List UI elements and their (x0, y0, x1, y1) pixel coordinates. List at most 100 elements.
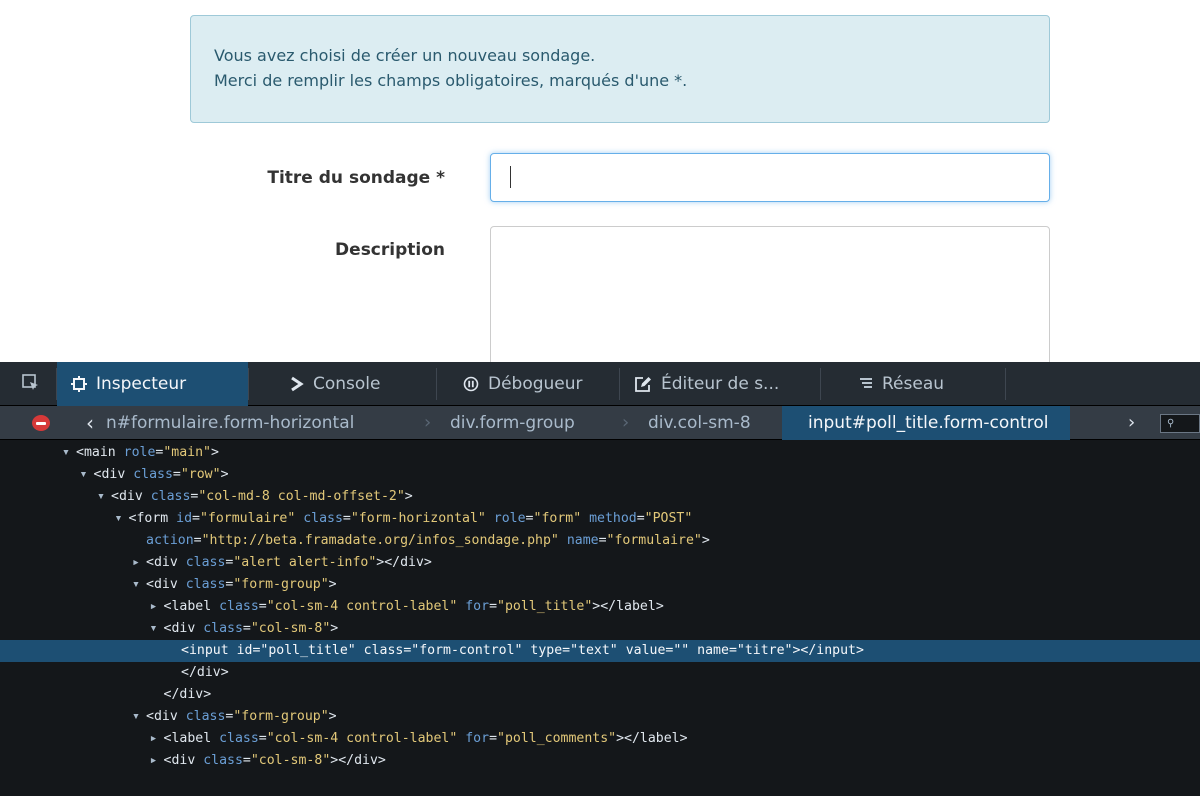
tag-text: <input (181, 643, 237, 658)
tab-style-editor[interactable]: Éditeur de s... (620, 362, 820, 406)
attribute-value: "form-group" (233, 577, 329, 592)
markup-line[interactable]: ▸ <div class="alert alert-info"></div> (0, 552, 1200, 574)
markup-line[interactable]: ▾ <form id="formulaire" class="form-horiz… (0, 508, 1200, 530)
markup-line[interactable]: ▾ <div class="col-md-8 col-md-offset-2"> (0, 486, 1200, 508)
attribute-name: class (185, 555, 226, 570)
tab-inspector[interactable]: Inspecteur (57, 362, 248, 406)
markup-line[interactable]: </div> (0, 662, 1200, 684)
markup-line[interactable]: ▸ <div class="col-sm-8"></div> (0, 750, 1200, 772)
description-textarea[interactable] (490, 226, 1050, 362)
markup-line[interactable]: ▾ <div class="col-sm-8"> (0, 618, 1200, 640)
devtools-panel: Inspecteur Console Débogueur Éditeur de … (0, 362, 1200, 796)
tag-text: > (211, 445, 219, 460)
tag-text: = (598, 533, 607, 548)
console-icon (291, 376, 304, 392)
tab-network[interactable]: Réseau (845, 362, 1005, 406)
markup-line[interactable]: ▾ <div class="form-group"> (0, 706, 1200, 728)
chevron-left-icon[interactable]: ‹ (86, 406, 94, 440)
markup-line[interactable]: ▾ <div class="row"> (0, 464, 1200, 486)
tag-text: = (342, 511, 351, 526)
twisty-expanded-icon[interactable]: ▾ (132, 706, 146, 728)
twisty-expanded-icon[interactable]: ▾ (132, 574, 146, 596)
tag-text: ></div> (330, 753, 386, 768)
twisty-collapsed-icon[interactable]: ▸ (150, 596, 164, 618)
debugger-icon (463, 376, 479, 392)
markup-line[interactable]: action="http://beta.framadate.org/infos_… (0, 530, 1200, 552)
tag-text: > (701, 533, 710, 548)
tag-text: <div (146, 577, 186, 592)
twisty-expanded-icon[interactable]: ▾ (97, 486, 111, 508)
tag-text: ></input> (792, 643, 864, 658)
network-icon (860, 378, 872, 388)
breadcrumb-item-col[interactable]: div.col-sm-8 (648, 406, 751, 440)
attribute-name: class (150, 489, 191, 504)
tag-text: ></label> (592, 599, 664, 614)
twisty-expanded-icon[interactable]: ▾ (150, 618, 164, 640)
attribute-value: "formulaire" (199, 511, 304, 526)
attribute-name: role (493, 511, 526, 526)
attribute-value: "POST" (644, 511, 693, 526)
markup-line[interactable]: ▾ <div class="form-group"> (0, 574, 1200, 596)
attribute-name: class (363, 643, 404, 658)
attribute-value: "formulaire" (606, 533, 702, 548)
twisty-collapsed-icon[interactable]: ▸ (150, 750, 164, 772)
breadcrumb-item-form[interactable]: n#formulaire.form-horizontal (106, 406, 354, 440)
tag-text: = (258, 731, 267, 746)
stop-icon[interactable] (32, 415, 50, 431)
toolbar-separator (1005, 368, 1006, 400)
breadcrumb-item-form-group[interactable]: div.form-group (450, 406, 575, 440)
alert-line-1: Vous avez choisi de créer un nouveau son… (214, 46, 596, 65)
twisty-collapsed-icon[interactable]: ▸ (132, 552, 146, 574)
attribute-name: value (625, 643, 666, 658)
attribute-name: name (566, 533, 599, 548)
twisty-collapsed-icon[interactable]: ▸ (150, 728, 164, 750)
attribute-name: class (133, 467, 173, 482)
attribute-name: class (185, 709, 226, 724)
tag-text: </div> (181, 665, 229, 680)
tag-text: = (192, 511, 200, 526)
markup-line[interactable]: </div> (0, 684, 1200, 706)
markup-line[interactable]: ▾ <main role="main"> (0, 442, 1200, 464)
tag-text: ></div> (376, 555, 432, 570)
tab-console[interactable]: Console (276, 362, 436, 406)
attribute-name: class (303, 511, 343, 526)
attribute-name: class (219, 599, 259, 614)
element-picker-icon[interactable] (22, 374, 40, 392)
tag-text: <div (111, 489, 151, 504)
tag-text: > (220, 467, 229, 482)
twisty-expanded-icon[interactable]: ▾ (115, 508, 129, 530)
markup-line-selected[interactable]: <input id = "poll_title" class = "form-contr… (0, 640, 1200, 662)
info-alert: Vous avez choisi de créer un nouveau son… (190, 15, 1050, 123)
tag-text: = (242, 753, 251, 768)
search-input[interactable]: ⚲ (1160, 414, 1200, 433)
tab-network-label: Réseau (882, 374, 945, 394)
attribute-name: class (219, 731, 259, 746)
attribute-value: "col-md-8 col-md-offset-2" (198, 489, 405, 504)
poll-title-input[interactable] (490, 153, 1050, 202)
tab-console-label: Console (313, 374, 381, 394)
attribute-value: "" (673, 643, 698, 658)
alert-line-2: Merci de remplir les champs obligatoires… (214, 71, 688, 90)
tab-debugger[interactable]: Débogueur (449, 362, 619, 406)
tag-text: = (242, 621, 251, 636)
inspector-icon (71, 376, 87, 392)
devtools-toolbar: Inspecteur Console Débogueur Éditeur de … (0, 362, 1200, 406)
tag-text: ></label> (616, 731, 688, 746)
markup-line[interactable]: ▸ <label class="col-sm-4 control-label" f… (0, 596, 1200, 618)
markup-view: ▾ <main role="main"> ▾ <div class="row"> ▾ <d… (0, 440, 1200, 796)
tag-text: <div (163, 753, 204, 768)
attribute-value: "form-control" (411, 643, 531, 658)
twisty-expanded-icon[interactable]: ▾ (62, 442, 76, 464)
attribute-value: "poll_title" (497, 599, 593, 614)
tag-text: </div> (163, 687, 212, 702)
tag-text: = (489, 599, 498, 614)
poll-title-label: Titre du sondage * (267, 168, 445, 188)
breadcrumb-separator-icon: › (424, 412, 432, 433)
twisty-expanded-icon[interactable]: ▾ (80, 464, 94, 486)
breadcrumb-item-input[interactable]: input#poll_title.form-control (782, 406, 1071, 440)
markup-line[interactable]: ▸ <label class="col-sm-4 control-label" f… (0, 728, 1200, 750)
style-editor-icon (635, 376, 651, 392)
breadcrumb-next-icon[interactable]: › (1128, 406, 1135, 440)
tag-text: = (562, 643, 571, 658)
attribute-value: "poll_comments" (497, 731, 617, 746)
